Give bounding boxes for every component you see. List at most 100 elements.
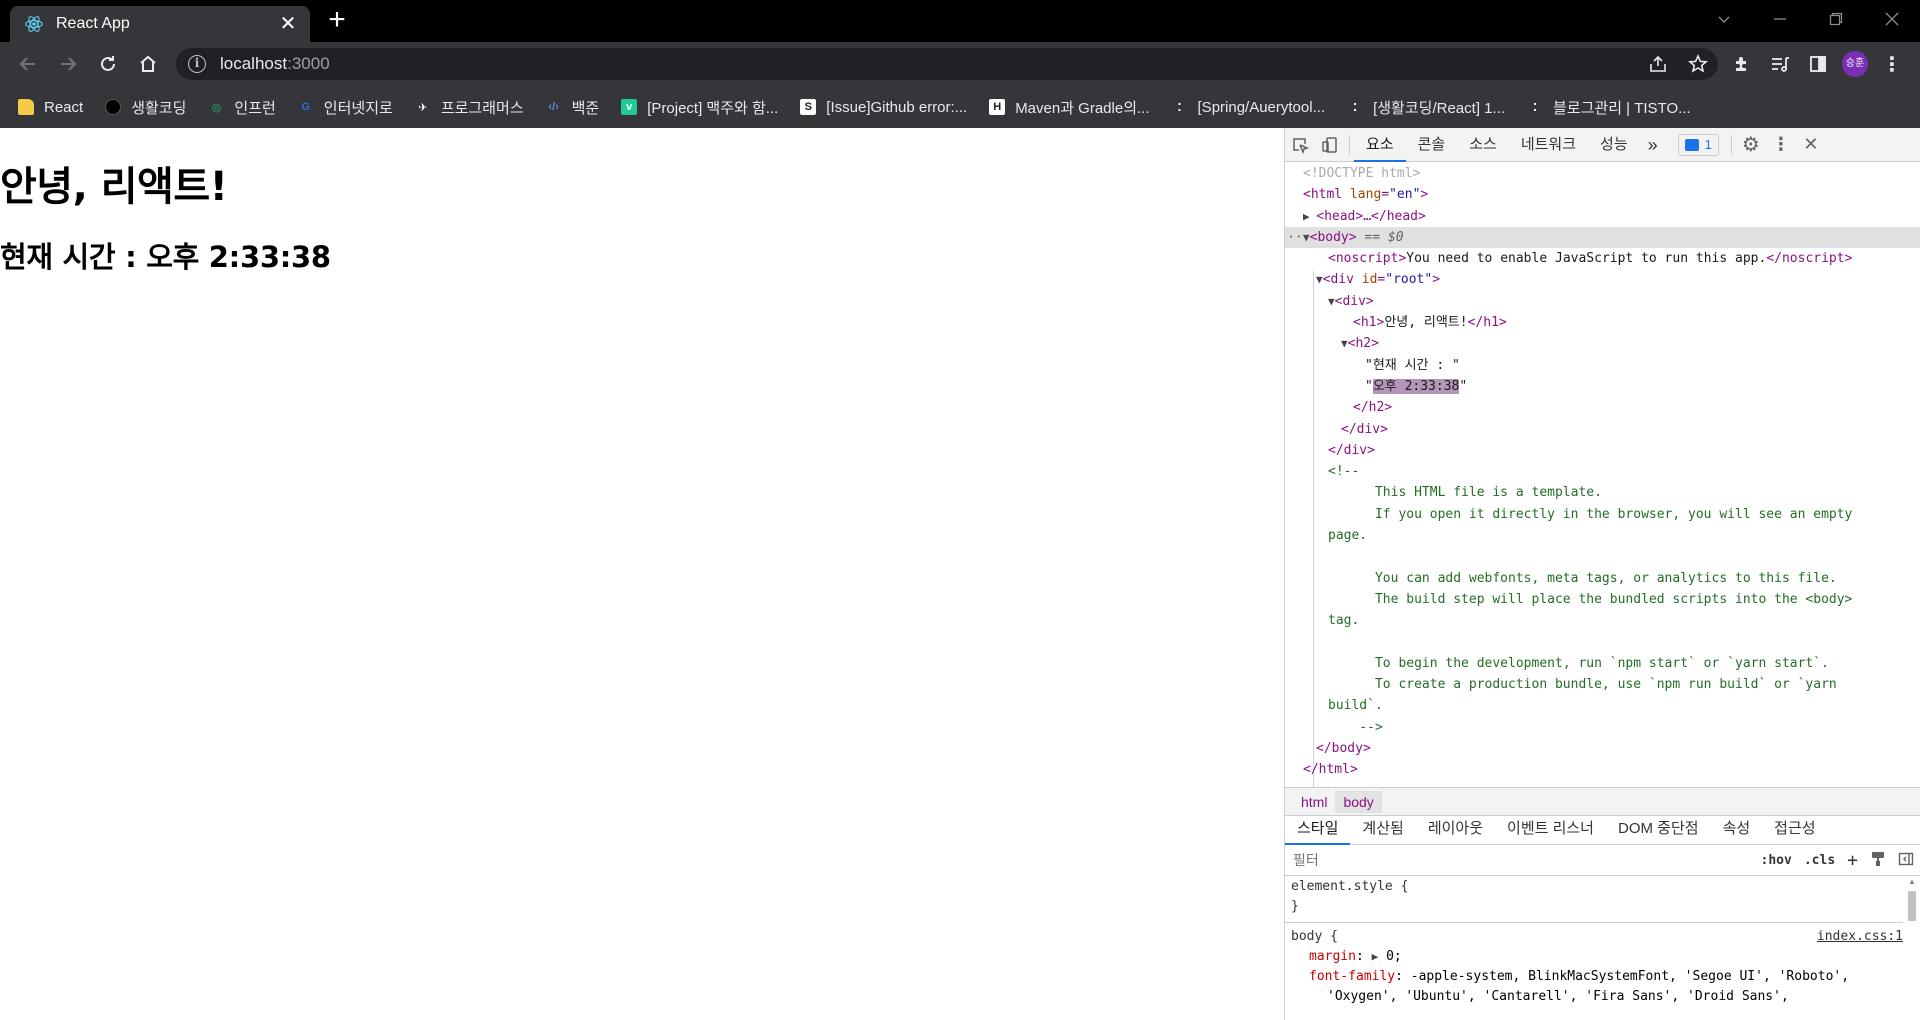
new-tab-button[interactable]: +: [322, 5, 352, 36]
dom-node[interactable]: ▼<h2>: [1285, 333, 1920, 354]
profile-avatar[interactable]: 승훈: [1842, 51, 1868, 77]
collapse-triangle-icon[interactable]: ▼: [1328, 295, 1335, 308]
bookmark-item[interactable]: ⁚ [생활코딩/React] 1...: [1347, 97, 1505, 118]
bookmark-item[interactable]: ⁚ [Spring/Auerytool...: [1172, 99, 1325, 116]
restore-icon[interactable]: [1808, 0, 1864, 38]
comment-line[interactable]: [1285, 546, 1920, 567]
margin-value[interactable]: 0;: [1386, 949, 1402, 964]
bookmark-item[interactable]: H Maven과 Gradle의...: [989, 97, 1150, 118]
issues-badge[interactable]: 1: [1677, 133, 1719, 156]
back-arrow-icon[interactable]: [14, 50, 42, 78]
site-info-icon[interactable]: i: [188, 55, 206, 73]
bookmark-item[interactable]: ◎ 인프런: [208, 97, 276, 118]
tab-network[interactable]: 네트워크: [1509, 128, 1588, 162]
tab-sources[interactable]: 소스: [1457, 128, 1509, 162]
dom-node[interactable]: ▼<div>: [1285, 291, 1920, 312]
comment-line[interactable]: page.: [1285, 525, 1920, 546]
comment-line[interactable]: [1285, 632, 1920, 653]
margin-property[interactable]: margin: [1309, 949, 1356, 964]
more-options-icon[interactable]: ···: [1287, 227, 1310, 248]
bookmark-item[interactable]: ⁚ 블로그관리 | TISTO...: [1527, 97, 1691, 118]
share-icon[interactable]: [1646, 52, 1670, 76]
dom-node[interactable]: "오후 2:33:38": [1285, 376, 1920, 397]
styles-filter-input[interactable]: [1293, 852, 1755, 869]
tab-computed[interactable]: 계산됨: [1350, 815, 1415, 845]
bookmark-item[interactable]: S [Issue]Github error:...: [800, 99, 967, 116]
tab-console[interactable]: 콘솔: [1406, 128, 1458, 162]
menu-kebab-icon[interactable]: ⋮: [1878, 50, 1906, 78]
bookmark-star-icon[interactable]: [1686, 52, 1710, 76]
dom-node[interactable]: </h2>: [1285, 397, 1920, 418]
close-tab-icon[interactable]: ✕: [276, 14, 300, 34]
tab-styles[interactable]: 스타일: [1285, 815, 1351, 845]
comment-line[interactable]: To create a production bundle, use `npm …: [1285, 674, 1920, 695]
styles-scrollbar[interactable]: ▲: [1906, 877, 1918, 1020]
elements-tree[interactable]: <!DOCTYPE html> <html lang="en"> ▶ <head…: [1285, 163, 1920, 787]
collapse-triangle-icon[interactable]: ▼: [1341, 337, 1348, 350]
element-style-rule[interactable]: element.style {: [1291, 877, 1903, 897]
scroll-up-icon[interactable]: ▲: [1906, 877, 1918, 886]
dom-node[interactable]: ▶ <head>…</head>: [1285, 206, 1920, 227]
collapse-triangle-icon[interactable]: ▼: [1316, 273, 1323, 286]
browser-tab[interactable]: React App ✕: [10, 6, 310, 42]
dom-node[interactable]: <noscript>You need to enable JavaScript …: [1285, 248, 1920, 269]
paint-roller-icon[interactable]: [1864, 851, 1892, 871]
stylesheet-link[interactable]: index.css:1: [1817, 927, 1903, 947]
comment-line[interactable]: tag.: [1285, 610, 1920, 631]
body-rule-selector[interactable]: body {: [1291, 929, 1338, 944]
close-window-icon[interactable]: [1864, 0, 1920, 38]
close-devtools-icon[interactable]: ✕: [1796, 130, 1826, 160]
tab-elements[interactable]: 요소: [1354, 128, 1406, 162]
tab-search-icon[interactable]: [1696, 0, 1752, 38]
side-panel-icon[interactable]: [1804, 50, 1832, 78]
media-control-icon[interactable]: [1766, 50, 1794, 78]
new-style-rule-icon[interactable]: +: [1841, 850, 1864, 871]
comment-line[interactable]: The build step will place the bundled sc…: [1285, 589, 1920, 610]
font-family-value-cont[interactable]: 'Oxygen', 'Ubuntu', 'Cantarell', 'Fira S…: [1291, 987, 1903, 1007]
address-bar[interactable]: i localhost:3000: [176, 48, 1718, 80]
dom-node[interactable]: <h1>안녕, 리액트!</h1>: [1285, 312, 1920, 333]
font-family-value[interactable]: -apple-system, BlinkMacSystemFont, 'Sego…: [1411, 969, 1849, 984]
bookmark-item[interactable]: 생활코딩: [105, 97, 186, 118]
devtools-menu-icon[interactable]: ⋮: [1766, 130, 1796, 160]
bookmark-item[interactable]: React: [18, 99, 83, 116]
home-icon[interactable]: [134, 50, 162, 78]
scroll-thumb[interactable]: [1908, 891, 1916, 921]
dom-node[interactable]: </div>: [1285, 440, 1920, 461]
tab-dom-breakpoints[interactable]: DOM 중단점: [1606, 815, 1711, 845]
comment-line[interactable]: You can add webfonts, meta tags, or anal…: [1285, 568, 1920, 589]
dom-node[interactable]: <!DOCTYPE html>: [1285, 163, 1920, 184]
breadcrumb-body[interactable]: body: [1335, 790, 1382, 813]
comment-line[interactable]: To begin the development, run `npm start…: [1285, 653, 1920, 674]
expand-triangle-icon[interactable]: ▶: [1303, 210, 1316, 223]
comment-line[interactable]: This HTML file is a template.: [1285, 482, 1920, 503]
styles-pane[interactable]: element.style { } body { index.css:1 mar…: [1285, 877, 1903, 1020]
comment-line[interactable]: -->: [1285, 717, 1920, 738]
comment-line[interactable]: build`.: [1285, 695, 1920, 716]
bookmark-item[interactable]: ✈ 프로그래머스: [415, 97, 523, 118]
expand-shorthand-icon[interactable]: ▶: [1372, 950, 1379, 963]
bookmark-item[interactable]: v [Project] 맥주와 함...: [621, 97, 778, 118]
tab-event-listeners[interactable]: 이벤트 리스너: [1495, 815, 1606, 845]
dom-node[interactable]: </body>: [1285, 738, 1920, 759]
dom-node[interactable]: "현재 시간 : ": [1285, 355, 1920, 376]
minimize-icon[interactable]: [1752, 0, 1808, 38]
tab-performance[interactable]: 성능: [1588, 128, 1640, 162]
dom-node[interactable]: </div>: [1285, 419, 1920, 440]
inspect-element-icon[interactable]: [1285, 130, 1315, 160]
breadcrumb-html[interactable]: html: [1293, 791, 1335, 813]
extensions-icon[interactable]: [1728, 50, 1756, 78]
class-toggle-button[interactable]: .cls: [1798, 853, 1841, 868]
dom-node-selected[interactable]: ··· ▼<body> == $0: [1285, 226, 1920, 249]
forward-arrow-icon[interactable]: [54, 50, 82, 78]
tab-accessibility[interactable]: 접근성: [1762, 815, 1827, 845]
tab-layout[interactable]: 레이아웃: [1416, 815, 1495, 845]
toggle-sidebar-icon[interactable]: [1892, 851, 1920, 871]
reload-icon[interactable]: [94, 50, 122, 78]
dom-node[interactable]: </html>: [1285, 759, 1920, 780]
dom-node[interactable]: ▼<div id="root">: [1285, 269, 1920, 290]
dom-node[interactable]: <!--: [1285, 461, 1920, 482]
device-toolbar-icon[interactable]: [1315, 130, 1345, 160]
tab-properties[interactable]: 속성: [1711, 815, 1763, 845]
bookmark-item[interactable]: ‹/› 백준: [546, 97, 599, 118]
